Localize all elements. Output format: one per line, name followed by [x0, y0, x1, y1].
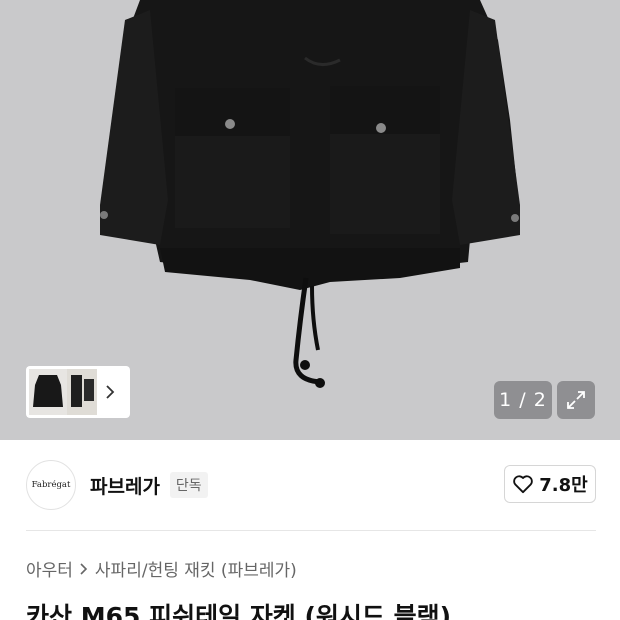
like-count: 7.8만 — [539, 475, 588, 496]
chevron-right-icon[interactable] — [97, 369, 123, 415]
brand-name[interactable]: 파브레가 — [90, 472, 160, 499]
product-title: 카산 M65 피쉬테일 자켓 (워시드 블랙) — [26, 602, 452, 620]
like-button[interactable]: 7.8만 — [504, 465, 596, 503]
brand-logo[interactable]: Fabrégat — [26, 460, 76, 510]
breadcrumb-item-category[interactable]: 사파리/헌팅 재킷 (파브레가) — [95, 556, 297, 581]
product-image-gallery[interactable]: 1 / 2 — [0, 0, 620, 440]
expand-image-button[interactable] — [557, 381, 595, 419]
image-page-counter: 1 / 2 — [494, 381, 552, 419]
breadcrumb: 아우터 사파리/헌팅 재킷 (파브레가) — [26, 556, 297, 581]
breadcrumb-item-outer[interactable]: 아우터 — [26, 556, 73, 581]
chevron-right-icon — [80, 562, 88, 575]
brand-row: Fabrégat 파브레가 단독 7.8만 — [26, 459, 596, 511]
expand-arrows-icon — [567, 391, 585, 409]
divider — [26, 530, 596, 531]
thumbnail-2[interactable] — [67, 369, 97, 415]
heart-outline-icon — [513, 475, 534, 494]
jacket-thumb-icon — [71, 375, 94, 407]
exclusive-badge: 단독 — [169, 472, 208, 498]
jacket-thumb-icon — [33, 375, 63, 407]
thumbnail-strip[interactable] — [26, 366, 130, 418]
brand-logo-text: Fabrégat — [31, 480, 71, 490]
thumbnail-1[interactable] — [27, 367, 69, 417]
